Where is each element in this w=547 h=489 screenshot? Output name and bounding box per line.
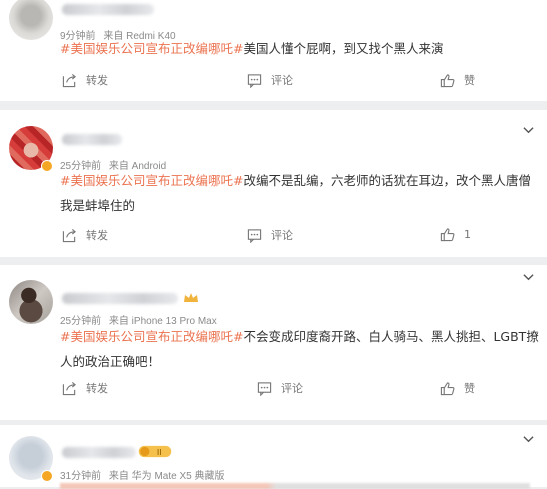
like-button[interactable]: 1 (440, 227, 471, 242)
comment-card: II 31分钟前 来自 华为 Mate X5 典藏版 (0, 425, 547, 489)
comment-text: #美国娱乐公司宣布正改编哪吒#不会变成印度裔开路、白人骑马、黑人挑担、LGBT撩… (60, 329, 539, 369)
comment-meta: 31分钟前 来自 华为 Mate X5 典藏版 (60, 467, 229, 482)
action-bar: 转发 评论 赞 (0, 380, 547, 400)
comment-card: 25分钟前 来自 Android #美国娱乐公司宣布正改编哪吒#改编不是乱编，六… (0, 110, 547, 257)
username[interactable] (62, 134, 122, 145)
like-button[interactable]: 赞 (440, 380, 475, 396)
comment-button[interactable]: 评论 (247, 227, 293, 243)
avatar[interactable] (9, 280, 53, 324)
comment-icon (257, 381, 272, 396)
chevron-down-icon[interactable] (523, 273, 534, 281)
comment-label: 评论 (271, 74, 293, 87)
comment-icon (247, 228, 262, 243)
comment-label: 评论 (281, 382, 303, 395)
like-button[interactable]: 赞 (440, 72, 475, 88)
comment-text: #美国娱乐公司宣布正改编哪吒#改编不是乱编，六老师的话犹在耳边，改个黑人唐僧我是… (60, 173, 531, 213)
comment-button[interactable]: 评论 (247, 72, 293, 88)
comment-button[interactable]: 评论 (257, 380, 303, 396)
comment-label: 评论 (271, 229, 293, 242)
like-count: 赞 (464, 382, 475, 395)
share-button[interactable]: 转发 (62, 380, 108, 396)
comment-time: 31分钟前 (60, 471, 102, 482)
share-icon (62, 381, 77, 395)
chevron-down-icon[interactable] (523, 126, 534, 134)
comment-card: 25分钟前 来自 iPhone 13 Pro Max #美国娱乐公司宣布正改编哪… (0, 265, 547, 420)
share-label: 转发 (86, 229, 108, 242)
verified-badge-icon (41, 470, 53, 482)
share-button[interactable]: 转发 (62, 227, 108, 243)
hashtag-link[interactable]: #美国娱乐公司宣布正改编哪吒# (60, 173, 243, 188)
comment-text: #美国娱乐公司宣布正改编哪吒#美国人懂个屁啊，到又找个黑人来演 (60, 41, 444, 56)
like-count: 赞 (464, 74, 475, 87)
svg-text:II: II (157, 447, 162, 457)
share-icon (62, 73, 77, 87)
comment-card: 9分钟前 来自 Redmi K40 #美国娱乐公司宣布正改编哪吒#美国人懂个屁啊… (0, 0, 547, 101)
hashtag-link[interactable]: #美国娱乐公司宣布正改编哪吒# (60, 41, 243, 56)
share-icon (62, 228, 77, 242)
action-bar: 转发 评论 赞 (0, 72, 547, 92)
vip-badge-icon: II (138, 445, 172, 457)
share-button[interactable]: 转发 (62, 72, 108, 88)
username[interactable] (62, 4, 154, 15)
comment-icon (247, 73, 262, 88)
username[interactable] (62, 447, 136, 458)
like-icon (440, 228, 455, 242)
share-label: 转发 (86, 382, 108, 395)
crown-icon (184, 293, 198, 302)
like-count: 1 (464, 228, 471, 241)
verified-badge-icon (41, 160, 53, 172)
chevron-down-icon[interactable] (523, 435, 534, 443)
action-bar: 转发 评论 1 (0, 227, 547, 247)
like-icon (440, 73, 455, 87)
like-icon (440, 381, 455, 395)
share-label: 转发 (86, 74, 108, 87)
hashtag-link[interactable]: #美国娱乐公司宣布正改编哪吒# (60, 329, 243, 344)
comment-source: 来自 华为 Mate X5 典藏版 (108, 471, 225, 482)
avatar[interactable] (9, 0, 53, 40)
username[interactable] (62, 293, 178, 304)
comment-text-cutoff (60, 483, 530, 489)
